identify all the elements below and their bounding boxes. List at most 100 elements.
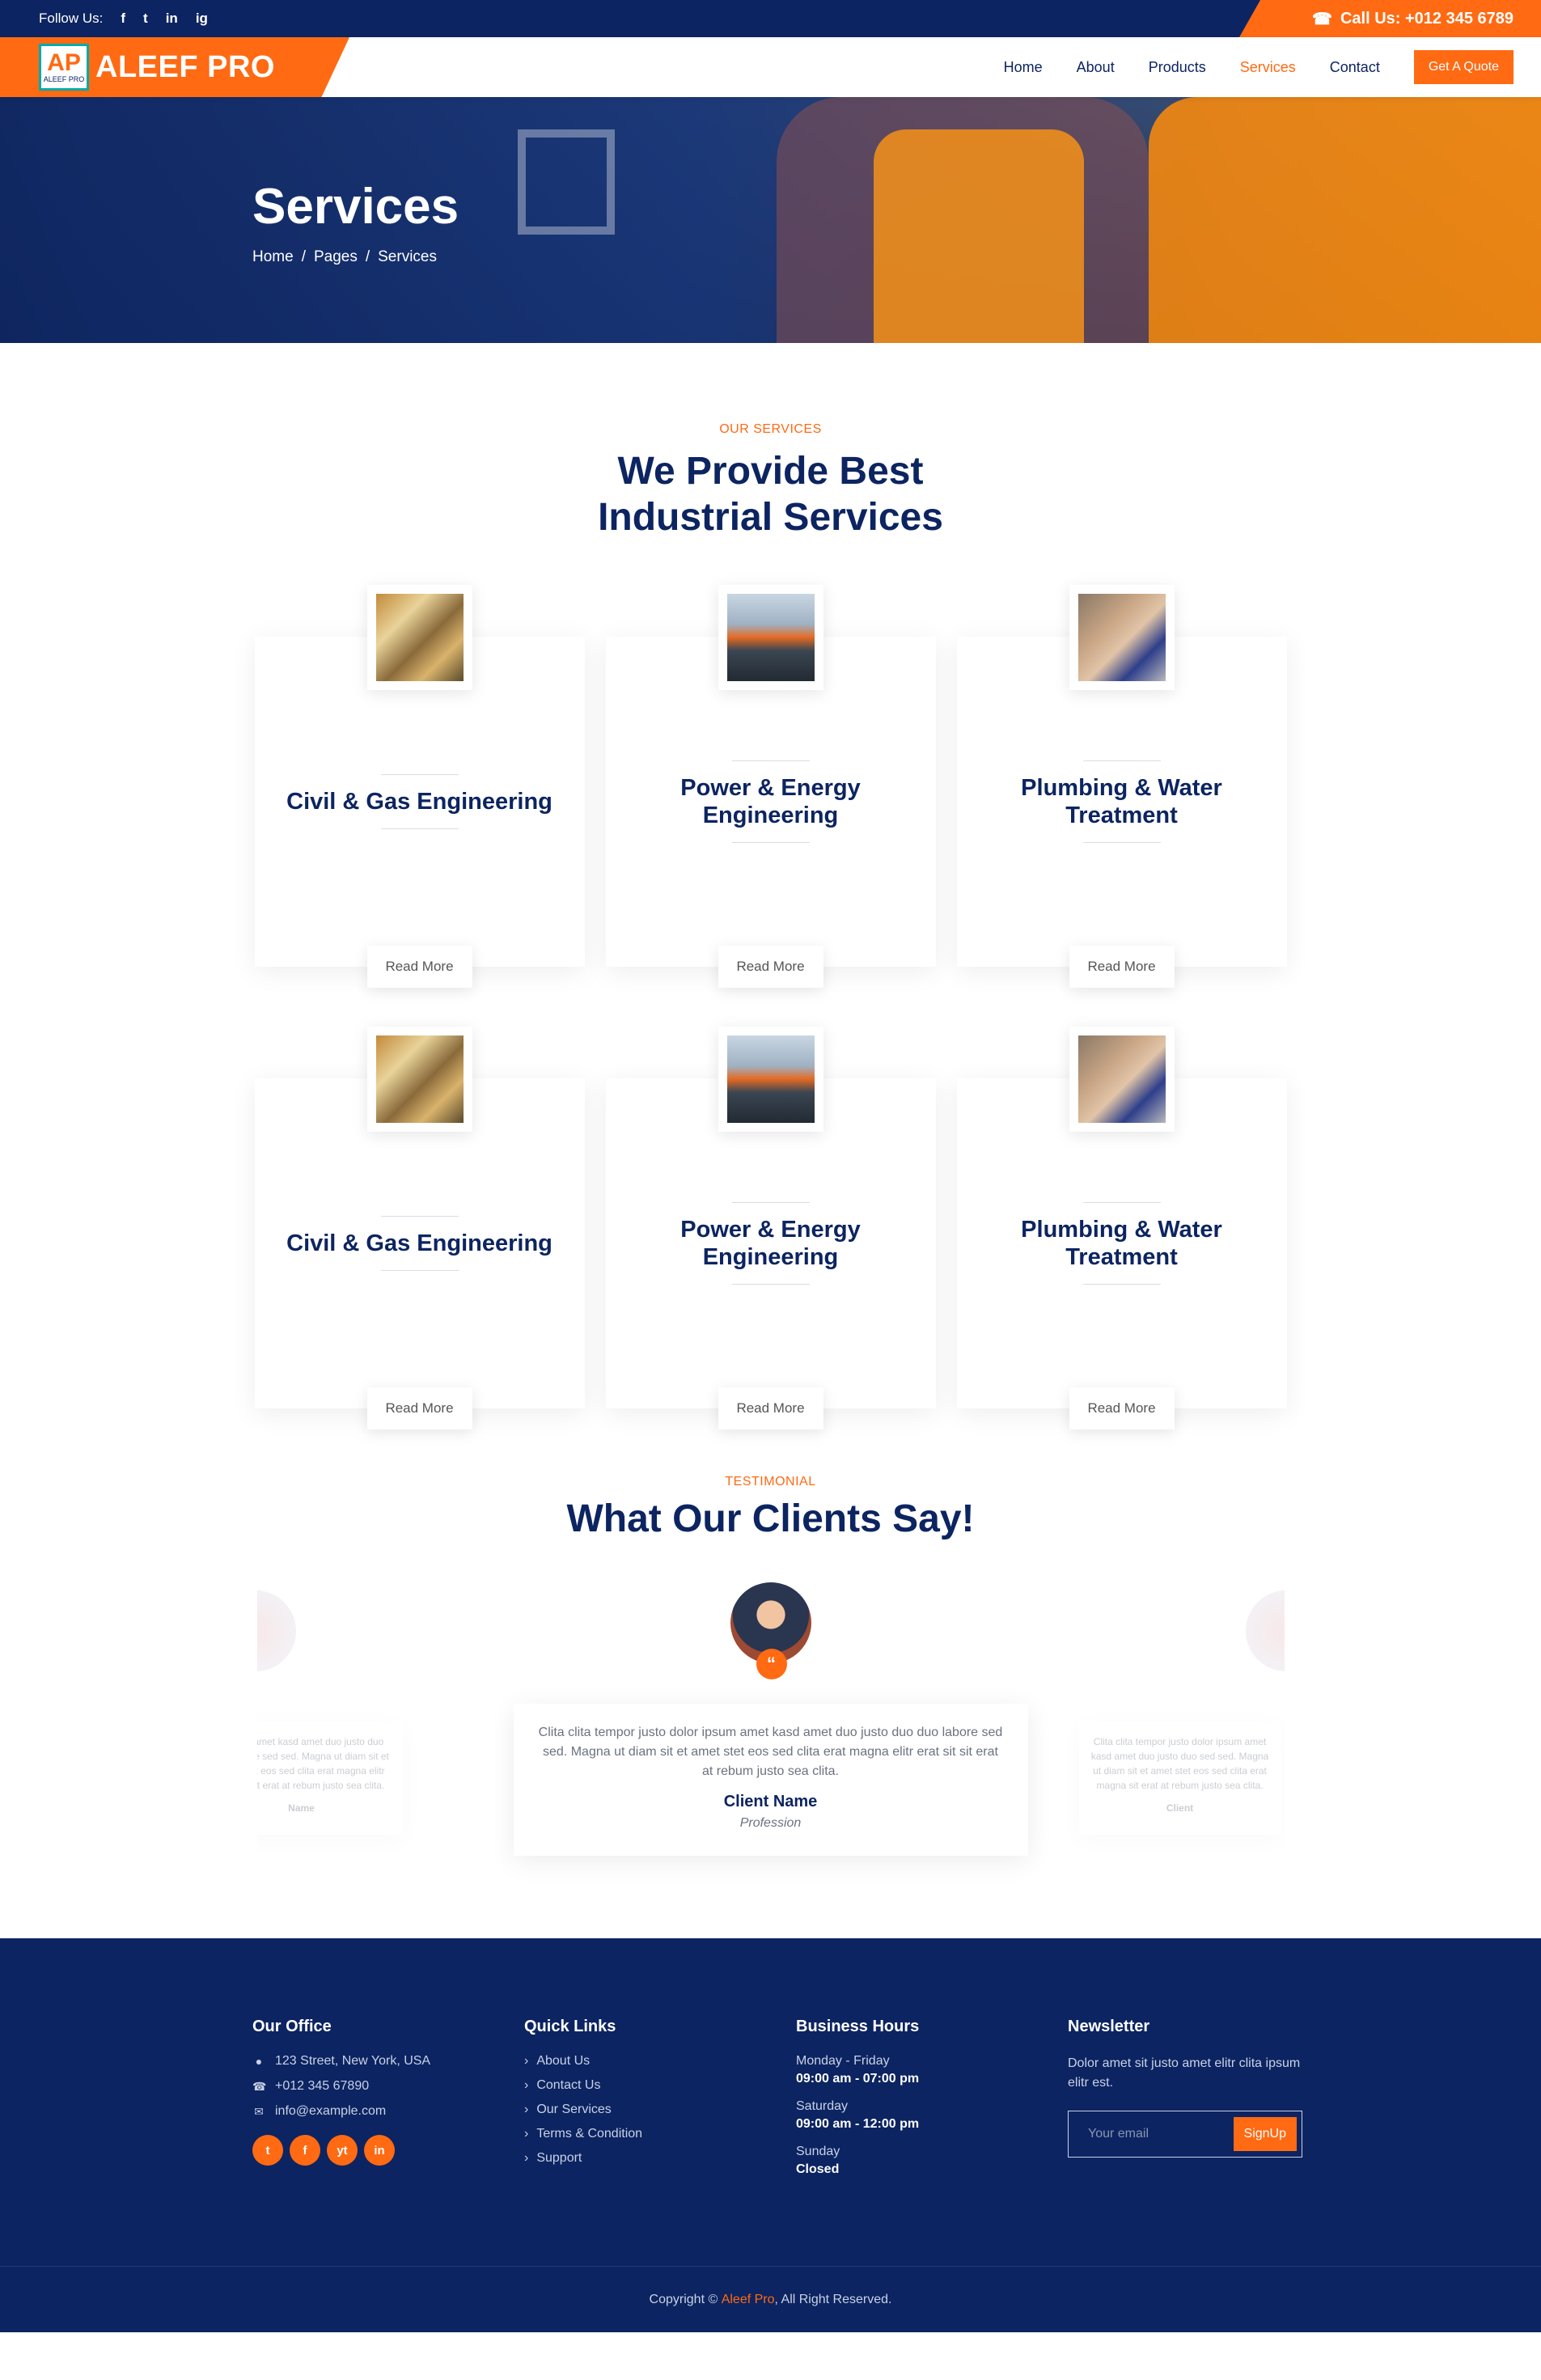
footer-heading: Our Office bbox=[252, 2018, 332, 2035]
footer-link-contact[interactable]: › Contact Us bbox=[524, 2078, 796, 2093]
civil-engineering-photo bbox=[375, 1035, 464, 1123]
testimonial-card-next[interactable]: Clita clita tempor justo dolor ipsum ame… bbox=[1078, 1721, 1281, 1835]
footer-office: Our Office ● 123 Street, New York, USA ☎… bbox=[252, 2018, 524, 2190]
read-more-button[interactable]: Read More bbox=[1069, 946, 1175, 988]
testimonial-card-prev[interactable]: r ipsum amet kasd amet duo justo duo duo… bbox=[256, 1721, 403, 1835]
service-thumbnail bbox=[1069, 1027, 1175, 1132]
services-heading: OUR SERVICES We Provide Best Industrial … bbox=[0, 422, 1541, 540]
footer-link-terms[interactable]: › Terms & Condition bbox=[524, 2127, 796, 2141]
chevron-right-icon: › bbox=[524, 2054, 529, 2068]
hours-time: 09:00 am - 07:00 pm bbox=[796, 2072, 920, 2086]
link-label: Terms & Condition bbox=[536, 2127, 643, 2141]
footer-socials: t f yt in bbox=[252, 2135, 524, 2166]
copyright-brand-link[interactable]: Aleef Pro bbox=[722, 2293, 775, 2307]
youtube-icon[interactable]: yt bbox=[327, 2135, 358, 2166]
nav-about[interactable]: About bbox=[1077, 59, 1115, 76]
newsletter-email-input[interactable] bbox=[1088, 2127, 1217, 2141]
section-label: TESTIMONIAL bbox=[725, 1475, 816, 1489]
plumbing-photo bbox=[1077, 594, 1166, 681]
nav-home[interactable]: Home bbox=[1004, 59, 1043, 76]
main-menu: Home About Products Services Contact Get… bbox=[1004, 50, 1541, 84]
services-section: OUR SERVICES We Provide Best Industrial … bbox=[0, 343, 1541, 1468]
footer-link-about[interactable]: › About Us bbox=[524, 2054, 796, 2069]
follow-label: Follow Us: bbox=[39, 11, 104, 26]
brand-logo[interactable]: AP ALEEF PRO ALEEF PRO bbox=[0, 37, 349, 97]
instagram-icon[interactable]: ig bbox=[196, 11, 208, 27]
nav-services[interactable]: Services bbox=[1240, 59, 1296, 76]
divider bbox=[1082, 842, 1161, 843]
nav-contact[interactable]: Contact bbox=[1330, 59, 1380, 76]
hero-background-vest-2 bbox=[1149, 97, 1541, 343]
service-title: Plumbing & Water Treatment bbox=[1021, 775, 1222, 828]
divider bbox=[380, 828, 459, 829]
footer-heading: Newsletter bbox=[1068, 2018, 1150, 2035]
client-name: Name bbox=[288, 1802, 315, 1814]
service-thumbnail bbox=[366, 1027, 472, 1132]
brand-name: ALEEF PRO bbox=[95, 49, 275, 84]
client-avatar-next bbox=[1245, 1590, 1285, 1671]
divider bbox=[731, 760, 810, 761]
testimonial-card: Clita clita tempor justo dolor ipsum ame… bbox=[513, 1704, 1028, 1856]
service-card: Power & Energy Engineering Read More bbox=[605, 585, 936, 1027]
read-more-button[interactable]: Read More bbox=[366, 946, 472, 988]
page-title: Services bbox=[252, 179, 459, 235]
service-title: Power & Energy Engineering bbox=[680, 1217, 861, 1270]
read-more-button[interactable]: Read More bbox=[1069, 1387, 1175, 1429]
breadcrumb-current: Services bbox=[378, 248, 437, 265]
link-label: About Us bbox=[536, 2054, 591, 2068]
facebook-icon[interactable]: f bbox=[121, 11, 125, 27]
breadcrumb-home[interactable]: Home bbox=[252, 248, 294, 266]
plumbing-photo bbox=[1077, 1035, 1166, 1123]
service-thumbnail bbox=[718, 1027, 823, 1132]
call-us[interactable]: ☎ Call Us: +012 345 6789 bbox=[1239, 0, 1541, 37]
divider bbox=[731, 1202, 810, 1203]
service-card: Plumbing & Water Treatment Read More bbox=[956, 585, 1287, 1027]
service-thumbnail bbox=[718, 585, 823, 690]
testimonial-carousel[interactable]: r ipsum amet kasd amet duo justo duo duo… bbox=[256, 1582, 1285, 1938]
footer-hours: Business Hours Monday - Friday 09:00 am … bbox=[796, 2018, 1068, 2190]
quote-icon: “ bbox=[756, 1649, 787, 1679]
chevron-right-icon: › bbox=[524, 2103, 529, 2116]
section-title: What Our Clients Say! bbox=[566, 1497, 975, 1540]
address-text: 123 Street, New York, USA bbox=[275, 2054, 431, 2068]
read-more-button[interactable]: Read More bbox=[718, 946, 823, 988]
chevron-right-icon: › bbox=[524, 2078, 529, 2092]
service-card: Civil & Gas Engineering Read More bbox=[254, 1027, 585, 1468]
footer-link-support[interactable]: › Support bbox=[524, 2151, 796, 2166]
linkedin-icon[interactable]: in bbox=[166, 11, 178, 27]
nav-products[interactable]: Products bbox=[1149, 59, 1206, 76]
twitter-icon[interactable]: t bbox=[143, 11, 148, 27]
footer-link-services[interactable]: › Our Services bbox=[524, 2103, 796, 2117]
services-grid: Civil & Gas Engineering Read More Power … bbox=[254, 585, 1287, 1468]
breadcrumb-separator: / bbox=[365, 248, 370, 265]
linkedin-icon[interactable]: in bbox=[364, 2135, 395, 2166]
divider bbox=[380, 1270, 459, 1271]
copyright-bar: Copyright © Aleef Pro, All Right Reserve… bbox=[0, 2266, 1541, 2332]
service-title: Civil & Gas Engineering bbox=[286, 1230, 552, 1256]
testimonial-section: TESTIMONIAL What Our Clients Say! r ipsu… bbox=[0, 1475, 1541, 1938]
divider bbox=[1082, 760, 1161, 761]
link-label: Support bbox=[536, 2151, 582, 2165]
service-title: Plumbing & Water Treatment bbox=[1021, 1217, 1222, 1270]
hours-time: 09:00 am - 12:00 pm bbox=[796, 2117, 920, 2131]
twitter-icon[interactable]: t bbox=[252, 2135, 283, 2166]
signup-button[interactable]: SignUp bbox=[1233, 2117, 1297, 2151]
facebook-icon[interactable]: f bbox=[290, 2135, 320, 2166]
testimonial-text: Clita clita tempor justo dolor ipsum ame… bbox=[538, 1726, 1003, 1778]
hero-background-vest bbox=[874, 129, 1084, 343]
footer-heading: Business Hours bbox=[796, 2018, 920, 2035]
newsletter-form: SignUp bbox=[1068, 2111, 1302, 2158]
logo-text: AP bbox=[47, 49, 81, 76]
navbar: AP ALEEF PRO ALEEF PRO Home About Produc… bbox=[0, 37, 1541, 97]
office-email: ✉ info@example.com bbox=[252, 2104, 524, 2119]
read-more-button[interactable]: Read More bbox=[718, 1387, 823, 1429]
divider bbox=[731, 1284, 810, 1285]
get-quote-button[interactable]: Get A Quote bbox=[1413, 50, 1513, 84]
hero-content: Services Home / Pages / Services bbox=[252, 178, 459, 266]
follow-us: Follow Us: f t in ig bbox=[0, 11, 208, 27]
read-more-button[interactable]: Read More bbox=[366, 1387, 472, 1429]
divider bbox=[1082, 1202, 1161, 1203]
copyright-prefix: Copyright © bbox=[649, 2292, 718, 2306]
breadcrumb-pages[interactable]: Pages bbox=[314, 248, 358, 266]
section-title-line: We Provide Best bbox=[617, 450, 924, 493]
